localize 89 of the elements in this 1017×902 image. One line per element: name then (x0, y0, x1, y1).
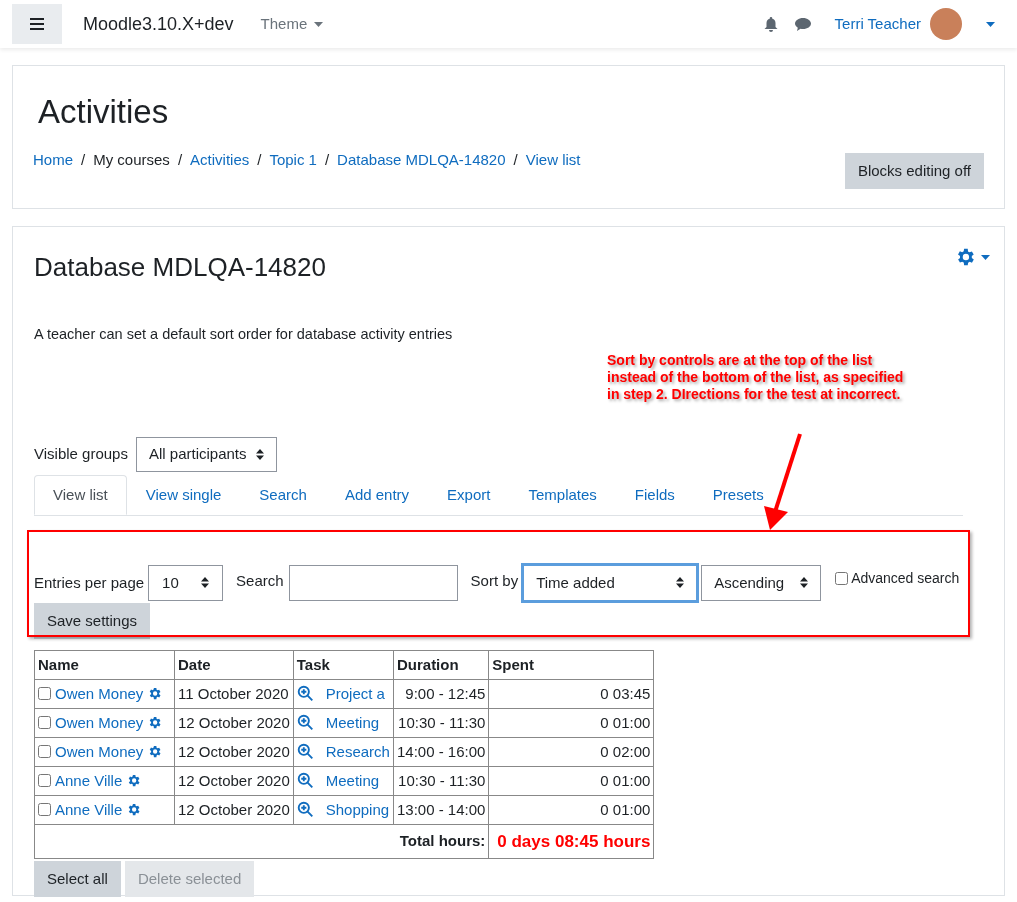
gear-icon[interactable] (126, 802, 142, 818)
total-value: 0 days 08:45 hours (488, 824, 654, 859)
user-name[interactable]: Terri Teacher (834, 12, 921, 36)
theme-menu[interactable]: Theme (260, 12, 324, 36)
duration-cell: 10:30 - 11:30 (393, 708, 489, 738)
caret-icon (314, 21, 324, 27)
tab[interactable]: Search (240, 474, 326, 515)
gear-icon[interactable] (147, 715, 163, 731)
breadcrumb-separator: / (177, 150, 183, 170)
tab[interactable]: Presets (693, 474, 783, 515)
breadcrumb-link[interactable]: Home (33, 149, 73, 172)
activity-title: Database MDLQA-14820 (34, 251, 326, 284)
spent-cell: 0 01:00 (488, 766, 654, 796)
gear-icon[interactable] (126, 773, 142, 789)
avatar[interactable] (930, 8, 962, 40)
advanced-search-checkbox[interactable] (835, 571, 849, 585)
site-name[interactable]: Moodle3.10.X+dev (83, 10, 234, 38)
table-action-button[interactable]: Select all (34, 860, 121, 897)
visible-groups-select[interactable]: All participants (135, 436, 277, 472)
spent-cell: 0 03:45 (488, 679, 654, 709)
page-title: Activities (38, 92, 170, 132)
activity-description: A teacher can set a default sort order for database activity entries (34, 325, 454, 344)
advanced-search-label: Advanced search (851, 568, 960, 588)
zoom-in-icon[interactable] (296, 743, 314, 761)
duration-cell: 10:30 - 11:30 (393, 766, 489, 796)
duration-cell: 13:00 - 14:00 (393, 795, 489, 825)
caret-icon (981, 254, 990, 260)
date-cell: 12 October 2020 (174, 708, 294, 738)
search-label: Search (236, 570, 284, 591)
date-cell: 12 October 2020 (174, 737, 294, 767)
row-checkbox[interactable] (38, 716, 51, 730)
breadcrumb-item: My courses (93, 150, 170, 170)
tab[interactable]: Export (428, 474, 510, 515)
spent-cell: 0 02:00 (488, 737, 654, 767)
menu-icon (30, 18, 44, 30)
date-cell: 12 October 2020 (174, 766, 294, 796)
breadcrumb-link[interactable]: Topic 1 (269, 149, 317, 172)
tab[interactable]: Fields (615, 474, 694, 515)
zoom-in-icon[interactable] (296, 685, 314, 703)
save-settings-button[interactable]: Save settings (34, 602, 151, 639)
column-header: Spent (488, 650, 654, 680)
breadcrumb-separator: / (257, 150, 262, 170)
zoom-in-icon[interactable] (296, 714, 314, 732)
spent-cell: 0 01:00 (488, 795, 654, 825)
sort-arrows-icon (800, 577, 809, 589)
sort-by-select[interactable]: Time added (521, 562, 700, 603)
menu-button[interactable] (12, 4, 62, 44)
breadcrumb-link[interactable]: View list (525, 149, 581, 172)
visible-groups-label: Visible groups (34, 444, 128, 464)
blocks-editing-button[interactable]: Blocks editing off (844, 153, 984, 189)
date-cell: 11 October 2020 (174, 679, 294, 709)
row-checkbox[interactable] (38, 803, 51, 817)
tab[interactable]: Add entry (325, 474, 429, 515)
total-label: Total hours: (34, 824, 489, 859)
bell-icon[interactable] (763, 16, 778, 32)
row-checkbox[interactable] (38, 774, 51, 788)
zoom-in-icon[interactable] (296, 801, 314, 819)
gear-icon[interactable] (147, 686, 163, 702)
row-checkbox[interactable] (38, 745, 51, 759)
column-header: Date (174, 650, 294, 680)
sort-arrows-icon (255, 448, 264, 460)
duration-cell: 9:00 - 12:45 (393, 679, 489, 709)
column-header: Task (293, 650, 394, 680)
sort-arrows-icon (201, 577, 210, 589)
breadcrumb-link[interactable]: Database MDLQA-14820 (337, 149, 506, 172)
entries-per-page-select[interactable]: 10 (148, 564, 224, 601)
date-cell: 12 October 2020 (174, 795, 294, 825)
user-menu-caret-icon (986, 21, 995, 27)
chat-icon[interactable] (794, 17, 811, 31)
tab[interactable]: View list (34, 474, 127, 515)
annotation-note: Sort by controls are at the top of the list instead of the bottom of the list, as specified in step 2. DIrections for the test at incorrect. (607, 352, 905, 403)
column-header: Duration (393, 650, 489, 680)
column-header: Name (34, 650, 175, 680)
breadcrumb-link[interactable]: Activities (190, 149, 250, 172)
breadcrumb-separator: / (324, 150, 330, 170)
sort-order-select[interactable]: Ascending (701, 564, 822, 601)
breadcrumb-separator: / (513, 150, 518, 170)
gear-icon[interactable] (147, 744, 163, 760)
duration-cell: 14:00 - 16:00 (393, 737, 489, 767)
entries-per-page-label: Entries per page (34, 572, 145, 593)
tab[interactable]: Templates (509, 474, 616, 515)
breadcrumb-separator: / (81, 150, 86, 170)
spent-cell: 0 01:00 (488, 708, 654, 738)
tab[interactable]: View single (126, 474, 241, 515)
row-checkbox[interactable] (38, 687, 51, 701)
zoom-in-icon[interactable] (296, 772, 314, 790)
sort-arrows-icon (676, 577, 685, 589)
search-field[interactable] (288, 564, 458, 601)
sort-by-label: Sort by (470, 570, 519, 591)
